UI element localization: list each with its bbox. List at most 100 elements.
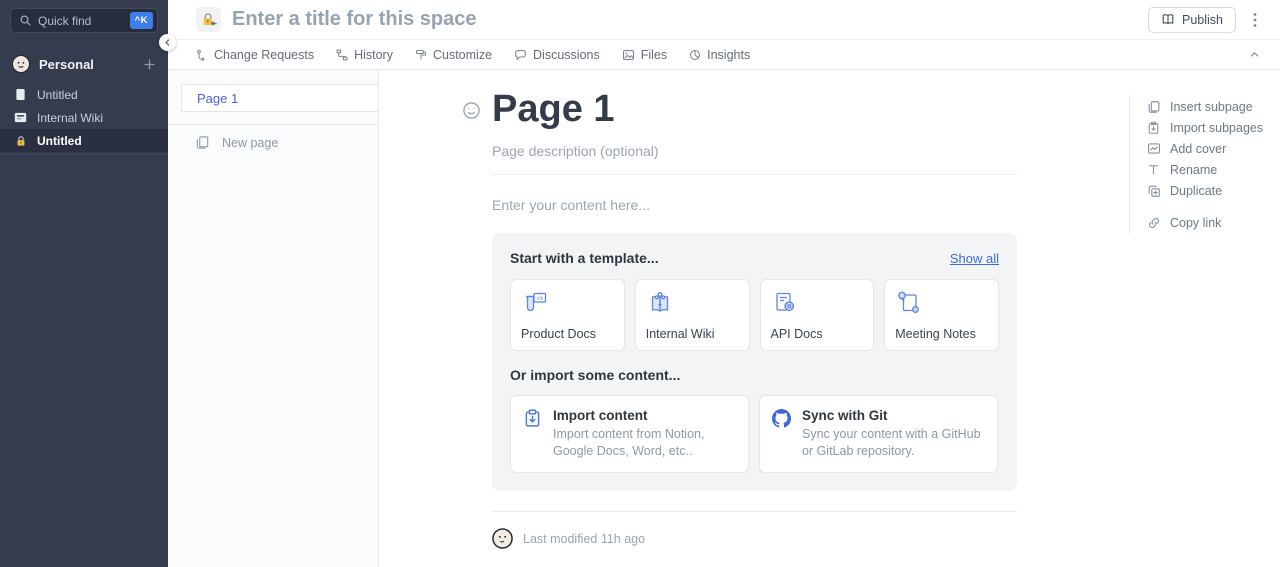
- copy-link-action[interactable]: Copy link: [1146, 212, 1272, 233]
- tab-label: History: [354, 48, 393, 62]
- document-area: Page 1 Page description (optional) Enter…: [379, 70, 1280, 567]
- rename-action[interactable]: Rename: [1146, 159, 1272, 180]
- page-title[interactable]: Page 1: [492, 88, 615, 130]
- last-modified-row: Last modified 11h ago: [492, 528, 1017, 549]
- page-emoji-button[interactable]: [462, 101, 481, 120]
- tab-change-requests[interactable]: Change Requests: [196, 48, 314, 62]
- app-window: Quick find ^K Personal Untitled Internal…: [0, 0, 1280, 567]
- page-description-placeholder[interactable]: Page description (optional): [492, 143, 1017, 159]
- svg-text:√x: √x: [536, 294, 544, 302]
- add-space-button[interactable]: [143, 58, 156, 71]
- workspace-header[interactable]: Personal: [0, 47, 168, 83]
- subpage-icon: [1146, 100, 1161, 114]
- tab-label: Change Requests: [214, 48, 314, 62]
- user-avatar[interactable]: [492, 528, 513, 549]
- sidebar-item-label: Internal Wiki: [37, 111, 103, 125]
- import-content-card[interactable]: Import content Import content from Notio…: [510, 395, 749, 473]
- sidebar-item-label: Untitled: [37, 134, 82, 148]
- add-cover-action[interactable]: Add cover: [1146, 138, 1272, 159]
- tab-label: Files: [641, 48, 667, 62]
- import-subpages-icon: [1146, 121, 1161, 135]
- sidebar-item-untitled-1[interactable]: Untitled: [0, 83, 168, 106]
- sidebar-collapse-button[interactable]: [159, 34, 176, 51]
- customize-icon: [415, 49, 427, 61]
- pages-sidebar: Page 1 New page: [168, 70, 379, 567]
- import-subpages-action[interactable]: Import subpages: [1146, 117, 1272, 138]
- template-card-internal-wiki[interactable]: Internal Wiki: [635, 279, 750, 351]
- show-all-link[interactable]: Show all: [950, 251, 999, 266]
- content-row: Page 1 New page Page 1: [168, 70, 1280, 567]
- tab-history[interactable]: History: [336, 48, 393, 62]
- action-label: Insert subpage: [1170, 100, 1253, 114]
- publish-button[interactable]: Publish: [1148, 7, 1236, 33]
- tab-insights[interactable]: Insights: [689, 48, 750, 62]
- publish-label: Publish: [1182, 13, 1223, 27]
- sync-with-git-card[interactable]: Sync with Git Sync your content with a G…: [759, 395, 998, 473]
- lock-icon: [14, 135, 27, 147]
- template-card-meeting-notes[interactable]: Meeting Notes: [884, 279, 999, 351]
- template-card-label: Product Docs: [521, 327, 614, 341]
- action-label: Duplicate: [1170, 184, 1222, 198]
- rename-icon: [1146, 163, 1161, 176]
- action-label: Add cover: [1170, 142, 1226, 156]
- quick-find-search[interactable]: Quick find ^K: [10, 8, 158, 33]
- discussions-icon: [514, 49, 527, 61]
- import-icon: [523, 409, 542, 460]
- collapse-tabbar-button[interactable]: [1249, 49, 1260, 60]
- quick-find-label: Quick find: [38, 14, 124, 28]
- files-icon: [622, 49, 635, 61]
- lock-with-key-icon: [200, 11, 217, 28]
- template-card-product-docs[interactable]: √x Product Docs: [510, 279, 625, 351]
- product-docs-icon: √x: [521, 289, 614, 317]
- action-label: Import subpages: [1170, 121, 1263, 135]
- tab-discussions[interactable]: Discussions: [514, 48, 600, 62]
- duplicate-action[interactable]: Duplicate: [1146, 180, 1272, 201]
- import-card-title: Import content: [553, 408, 736, 423]
- space-title-input[interactable]: [230, 7, 1148, 32]
- history-icon: [336, 49, 348, 61]
- page-list-item-label: Page 1: [197, 91, 238, 106]
- sidebar-item-untitled-2-selected[interactable]: Untitled: [0, 129, 168, 152]
- ellipsis-vertical-icon: [1253, 12, 1257, 28]
- main-column: Publish Change Requests History: [168, 0, 1280, 567]
- tab-files[interactable]: Files: [622, 48, 667, 62]
- new-page-label: New page: [222, 136, 278, 150]
- import-cards: Import content Import content from Notio…: [510, 395, 999, 473]
- action-label: Copy link: [1170, 216, 1221, 230]
- tab-customize[interactable]: Customize: [415, 48, 492, 62]
- duplicate-icon: [1146, 184, 1161, 198]
- tab-label: Insights: [707, 48, 750, 62]
- github-icon: [772, 409, 791, 460]
- space-header: Publish: [168, 0, 1280, 40]
- workspace-sidebar: Quick find ^K Personal Untitled Internal…: [0, 0, 168, 567]
- insert-subpage-action[interactable]: Insert subpage: [1146, 96, 1272, 117]
- new-page-button[interactable]: New page: [168, 125, 378, 150]
- template-card-label: Meeting Notes: [895, 327, 988, 341]
- divider: [492, 511, 1017, 512]
- action-label: Rename: [1170, 163, 1217, 177]
- document: Page 1 Page description (optional) Enter…: [462, 88, 1100, 549]
- sidebar-item-internal-wiki[interactable]: Internal Wiki: [0, 106, 168, 129]
- page-icon: [14, 88, 27, 101]
- tab-label: Discussions: [533, 48, 600, 62]
- template-card-api-docs[interactable]: API Docs: [760, 279, 875, 351]
- smiley-icon: [462, 101, 481, 120]
- sidebar-item-label: Untitled: [37, 88, 78, 102]
- import-card-description: Import content from Notion, Google Docs,…: [553, 426, 736, 460]
- page-list-item-selected[interactable]: Page 1: [181, 84, 378, 112]
- workspace-avatar: [12, 55, 30, 73]
- internal-wiki-icon: [646, 289, 739, 317]
- book-icon: [1161, 13, 1175, 26]
- new-page-icon: [195, 135, 210, 150]
- more-options-button[interactable]: [1250, 9, 1260, 31]
- api-docs-icon: [771, 289, 864, 317]
- space-tabbar: Change Requests History Customize Discus…: [168, 40, 1280, 70]
- tab-label: Customize: [433, 48, 492, 62]
- chevron-up-icon: [1249, 49, 1260, 60]
- wiki-icon: [14, 112, 27, 123]
- content-placeholder[interactable]: Enter your content here...: [492, 197, 1017, 213]
- workspace-name: Personal: [39, 57, 134, 72]
- divider: [492, 174, 1017, 175]
- template-cards: √x Product Docs: [510, 279, 999, 351]
- space-emoji-button[interactable]: [196, 7, 221, 32]
